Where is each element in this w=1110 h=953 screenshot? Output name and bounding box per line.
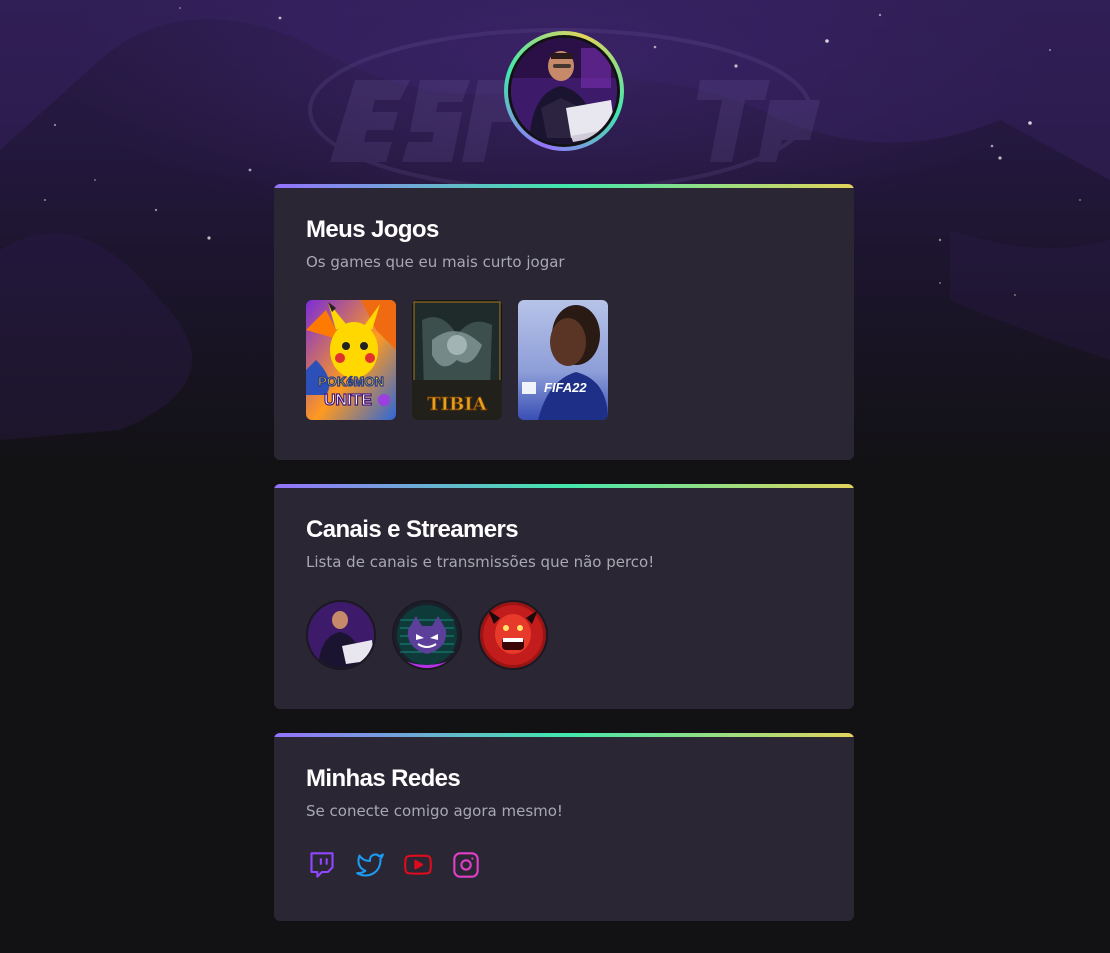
games-subtitle: Os games que eu mais curto jogar — [306, 253, 565, 271]
tibia-logo: TIBIA — [427, 394, 487, 415]
youtube-icon — [404, 854, 432, 875]
instagram-icon — [453, 852, 479, 878]
game-cover-fifa22[interactable]: FIFA22 — [518, 300, 608, 420]
channel-avatar-2[interactable] — [392, 600, 462, 670]
games-card: Meus Jogos Os games que eu mais curto jo… — [274, 184, 854, 460]
game-cover-tibia[interactable]: TIBIA — [412, 300, 502, 420]
channels-card: Canais e Streamers Lista de canais e tra… — [274, 484, 854, 709]
avatar-ring — [508, 35, 620, 147]
profile-avatar[interactable] — [504, 31, 624, 151]
twitch-icon — [310, 852, 334, 878]
youtube-link[interactable] — [402, 849, 434, 881]
twitch-link[interactable] — [306, 849, 338, 881]
avatar-illustration — [511, 38, 617, 144]
social-links — [306, 849, 822, 881]
twitter-icon — [356, 853, 384, 877]
social-title: Minhas Redes — [306, 765, 461, 792]
twitter-link[interactable] — [354, 849, 386, 881]
fifa-logo: FIFA22 — [544, 380, 587, 395]
instagram-link[interactable] — [450, 849, 482, 881]
games-title: Meus Jogos — [306, 216, 439, 243]
pokemon-logo-line2: UNITE — [324, 392, 372, 409]
channel-avatar-1[interactable] — [306, 600, 376, 670]
avatar-photo — [511, 38, 617, 144]
social-subtitle: Se conecte comigo agora mesmo! — [306, 802, 563, 820]
channels-subtitle: Lista de canais e transmissões que não p… — [306, 553, 655, 571]
social-card: Minhas Redes Se conecte comigo agora mes… — [274, 733, 854, 921]
channels-title: Canais e Streamers — [306, 516, 519, 543]
channels-list — [306, 600, 822, 670]
channel-avatar-3[interactable] — [478, 600, 548, 670]
game-cover-pokemon-unite[interactable]: POKéMON UNITE — [306, 300, 396, 420]
games-list: POKéMON UNITE TIBIA FIFA22 — [306, 300, 822, 420]
pokemon-logo-line1: POKéMON — [318, 374, 384, 389]
